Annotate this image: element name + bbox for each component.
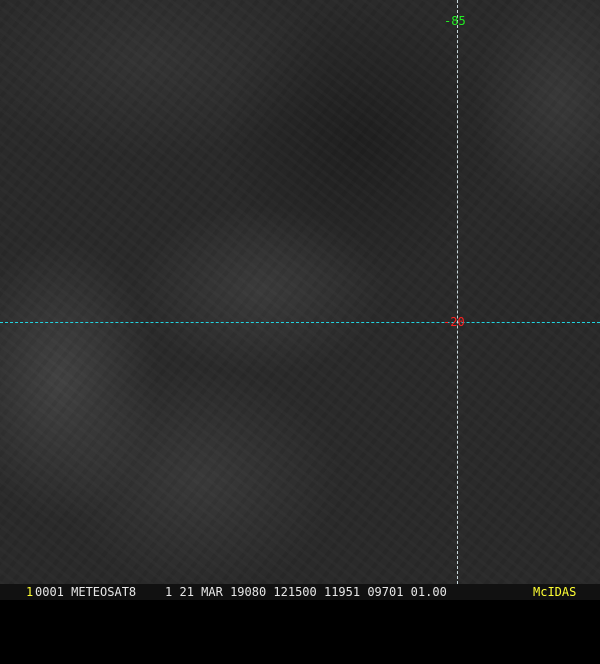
frame-number: 1 [26, 585, 34, 599]
latitude-gridline [0, 322, 600, 323]
image-info: 0001 METEOSAT8 1 21 MAR 19080 121500 119… [35, 585, 447, 599]
longitude-gridline [457, 0, 458, 584]
status-bar: 1 0001 METEOSAT8 1 21 MAR 19080 121500 1… [0, 584, 600, 600]
latitude-label: -20 [443, 315, 465, 329]
mcidas-logo: McIDAS [533, 585, 577, 599]
longitude-label: -85 [444, 14, 466, 28]
cloud-imagery [0, 0, 600, 584]
satellite-image-display[interactable]: -85 -20 1 0001 METEOSAT8 1 21 MAR 19080 … [0, 0, 600, 600]
